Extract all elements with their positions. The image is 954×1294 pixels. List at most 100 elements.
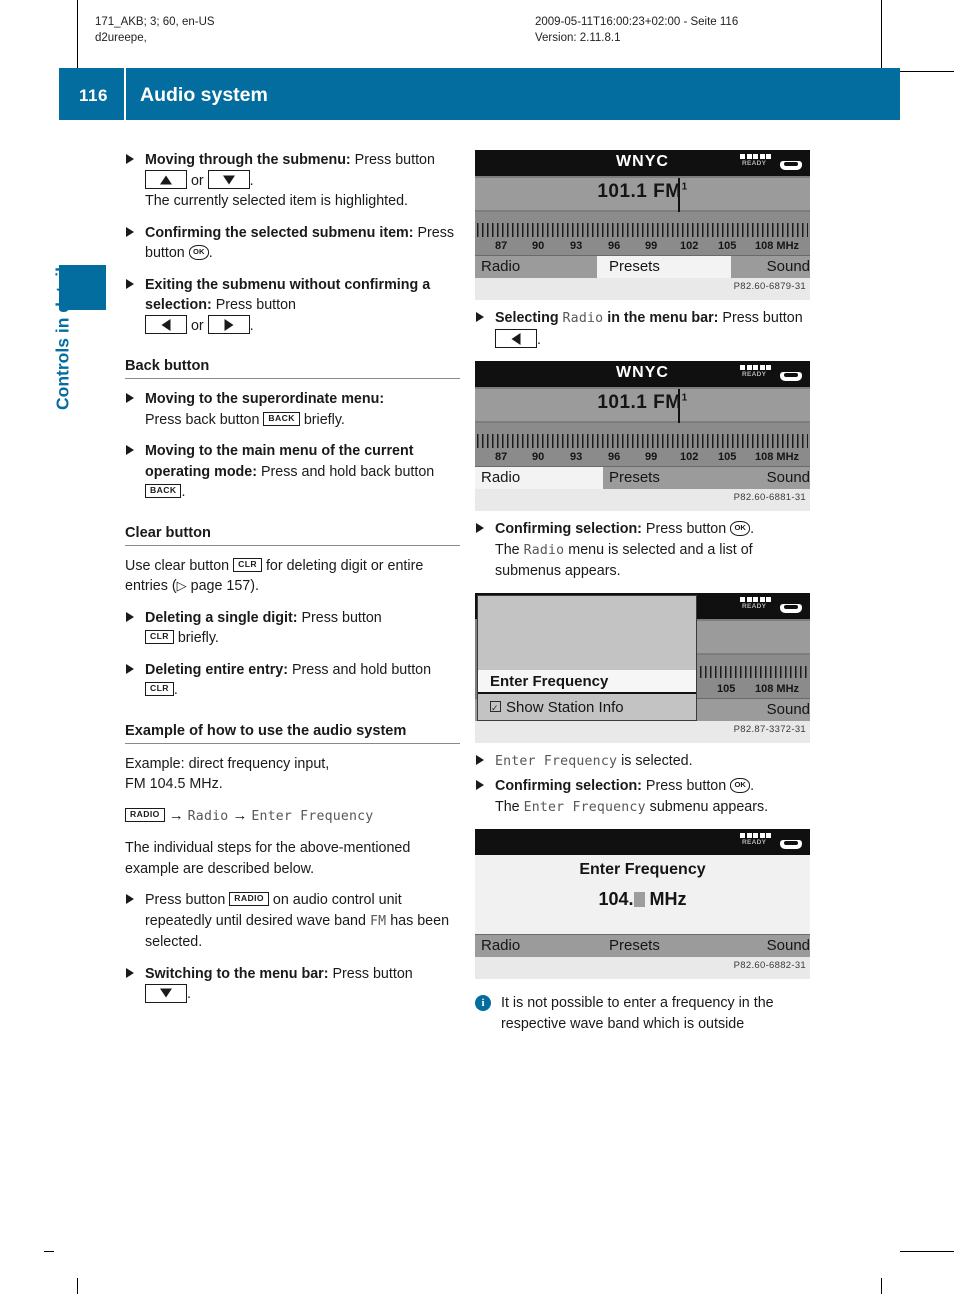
- menu-item-presets[interactable]: Presets: [597, 935, 731, 957]
- bullet-label: Deleting entire entry:: [145, 661, 288, 678]
- bullet-label: Confirming the selected submenu item:: [145, 224, 414, 241]
- submenu-item-show-station-info[interactable]: Show Station Info: [478, 696, 696, 720]
- bullet-text: .: [537, 331, 541, 348]
- bullet-label: Moving to the superordinate menu:: [145, 391, 385, 407]
- ready-label: READY: [742, 371, 767, 378]
- clear-button-intro: Use clear button CLR for deleting digit …: [125, 556, 460, 597]
- submenu-item-label: Show Station Info: [506, 698, 624, 716]
- bullet-text: Press button: [350, 152, 435, 168]
- down-arrow-key-icon[interactable]: [207, 170, 250, 190]
- path-item-enter-frequency: Enter Frequency: [251, 808, 374, 824]
- menu-item-radio[interactable]: Radio: [475, 256, 603, 278]
- figure-caption: P82.87-3372-31: [475, 720, 810, 743]
- screen-menu-bar: Radio Presets Sound: [475, 255, 810, 278]
- signal-bars-icon: [740, 154, 771, 159]
- submenu-item-enter-frequency[interactable]: Enter Frequency: [478, 669, 696, 694]
- scale-ticks: [477, 223, 808, 237]
- menu-item-sound[interactable]: Sound: [719, 467, 810, 489]
- path-arrow-icon: →: [232, 806, 248, 824]
- frequency-scale: 105 108 MHz: [695, 654, 810, 701]
- bullet-triangle-icon: [126, 226, 134, 237]
- bullet-text: .: [750, 521, 755, 537]
- back-key-icon[interactable]: BACK: [263, 411, 300, 426]
- ok-key-icon[interactable]: OK: [188, 244, 209, 260]
- bullet-subtext: The Enter Frequency submenu appears.: [495, 797, 810, 819]
- caption-text: P82.60-6879-31: [733, 281, 806, 292]
- bullet-text: Press back button: [145, 411, 264, 428]
- scale-tick-label: 96: [608, 240, 621, 252]
- bullet-text: .: [750, 778, 755, 794]
- print-header-left-line2: d2ureepe,: [95, 32, 147, 44]
- menu-item-sound[interactable]: Sound: [719, 256, 810, 278]
- bullet-text: Press button: [718, 310, 803, 326]
- scale-tick-label: 87: [495, 240, 508, 252]
- path-item-radio: Radio: [187, 808, 229, 824]
- menu-item-sound[interactable]: Sound: [719, 935, 810, 957]
- example-description: The individual steps for the above-menti…: [125, 840, 411, 877]
- down-arrow-key-icon[interactable]: [145, 983, 187, 1003]
- example-intro-line1: Example: direct frequency input,: [125, 755, 330, 772]
- example-intro: Example: direct frequency input, FM 104.…: [125, 754, 460, 795]
- radio-display-screenshot-4: READY Enter Frequency 104. MHz Radio Pre…: [475, 829, 810, 979]
- input-cursor[interactable]: [633, 892, 645, 907]
- right-arrow-key-icon[interactable]: [207, 315, 250, 335]
- status-indicator: READY: [740, 596, 802, 615]
- radio-display-screenshot-1: WNYC READY 101.1 FM1 87 90 93 96 99 102 …: [475, 150, 810, 300]
- left-arrow-key-icon[interactable]: [145, 315, 187, 335]
- bullet-label: Selecting: [495, 310, 563, 326]
- radio-key-icon[interactable]: RADIO: [125, 807, 165, 822]
- scale-numbers: 87 90 93 96 99 102 105 108 MHz: [475, 451, 810, 465]
- bullet-label: Confirming selection:: [495, 521, 642, 537]
- menu-item-radio[interactable]: Radio: [475, 467, 603, 489]
- section-rule: [125, 544, 460, 546]
- bullet-text: or: [187, 317, 208, 334]
- signal-bars-icon: [740, 596, 771, 602]
- info-icon: i: [475, 995, 491, 1011]
- page-ref-icon: ▷: [176, 578, 187, 593]
- frequency-band: [695, 620, 810, 653]
- bullet-label: Moving through the submenu:: [145, 152, 351, 168]
- menu-item-presets[interactable]: Presets: [597, 256, 731, 278]
- clr-key-icon[interactable]: CLR: [145, 682, 174, 697]
- chapter-tab-label: Controls in detail: [52, 267, 73, 410]
- scale-tick-label: 102: [680, 240, 699, 252]
- menu-item-sound[interactable]: Sound: [719, 699, 810, 721]
- scale-tick-label: 93: [570, 451, 583, 463]
- subtext-part: The: [495, 798, 524, 815]
- subtext-part: The: [495, 541, 524, 558]
- right-column: WNYC READY 101.1 FM1 87 90 93 96 99 102 …: [475, 150, 810, 1034]
- menu-item-presets[interactable]: Presets: [597, 467, 731, 489]
- subtext-part: submenu appears.: [645, 798, 769, 815]
- scale-tick-label: 99: [645, 240, 658, 252]
- radio-key-icon[interactable]: RADIO: [229, 892, 269, 907]
- ok-key-icon[interactable]: OK: [730, 777, 751, 793]
- section-heading-example: Example of how to use the audio system: [125, 722, 407, 739]
- bullet-triangle-icon: [126, 154, 134, 164]
- bullet-text: Press button: [641, 778, 731, 794]
- ok-key-icon[interactable]: OK: [730, 520, 751, 536]
- page-title: Audio system: [140, 84, 268, 106]
- caption-text: P82.87-3372-31: [733, 723, 806, 735]
- bullet-text: Press button: [211, 297, 296, 313]
- scale-numbers: 105 108 MHz: [695, 683, 810, 697]
- bullet-triangle-icon: [476, 780, 484, 790]
- clr-key-icon[interactable]: CLR: [233, 557, 262, 572]
- section-heading-clear-button: Clear button: [125, 524, 211, 541]
- phone-handset-icon: [780, 161, 802, 170]
- checkbox-icon[interactable]: [490, 697, 501, 720]
- bullet-text: Press button: [641, 521, 731, 537]
- bullet-text: Press button: [328, 965, 413, 982]
- menu-item-radio[interactable]: Radio: [475, 935, 603, 957]
- scale-tick-label: 102: [680, 451, 699, 463]
- menu-name-enter-frequency: Enter Frequency: [495, 753, 618, 769]
- bullet-triangle-icon: [476, 523, 484, 533]
- bullet-triangle-icon: [126, 894, 134, 904]
- bullet-confirming-submenu-item: Confirming the selected submenu item: Pr…: [125, 223, 460, 264]
- up-arrow-key-icon[interactable]: [145, 170, 187, 190]
- left-arrow-key-icon[interactable]: [495, 329, 537, 349]
- back-key-icon[interactable]: BACK: [145, 484, 182, 499]
- crop-mark-bottom-right-h: [900, 1251, 954, 1253]
- bullet-text: .: [173, 682, 178, 698]
- intro-text: Use clear button: [125, 557, 234, 574]
- clr-key-icon[interactable]: CLR: [145, 630, 174, 645]
